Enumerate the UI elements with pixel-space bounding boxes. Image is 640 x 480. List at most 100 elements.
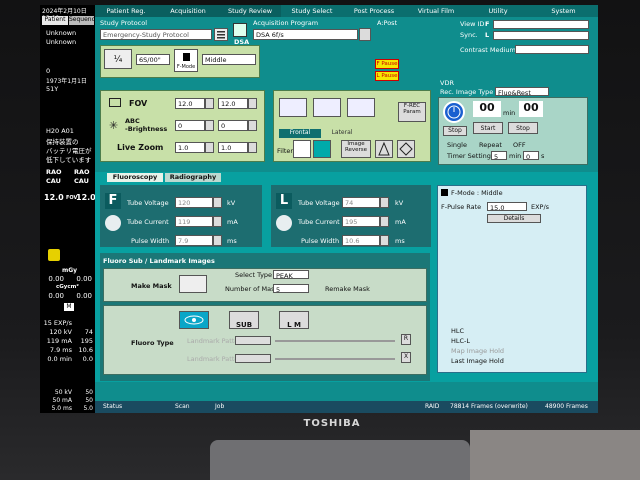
collimator-button-1[interactable] [279,98,307,117]
zoom-spin-1[interactable] [205,142,214,153]
lm-button[interactable]: L M [279,311,309,329]
abc-field-2[interactable]: 0 [218,120,248,131]
f-tube-voltage-spin[interactable] [213,197,222,208]
flip-button[interactable] [375,140,393,158]
tab-study-select[interactable]: Study Select [281,5,344,17]
timer-stop-label[interactable]: Stop [443,126,467,136]
zoom-spin-2[interactable] [248,142,257,153]
view-id-label: View ID [460,20,485,28]
tab-utility[interactable]: Utility [467,5,530,17]
tab-patient-reg[interactable]: Patient Reg. [95,5,158,17]
hlc-l-option[interactable]: HLC-L [451,337,470,345]
make-mask-label: Make Mask [131,282,172,290]
tab-system[interactable]: System [529,5,598,17]
rate-field[interactable]: 6S/00" [136,54,170,65]
fmode-button[interactable]: F-Mode [174,49,198,72]
rotate-button[interactable] [397,140,415,158]
lpause-button[interactable]: L Pause [375,71,399,81]
timer-repeat[interactable]: Repeat [479,141,502,149]
l-tube-voltage-field[interactable]: 74 [342,197,380,208]
filter-button-2[interactable] [313,140,331,158]
acq-program-field[interactable]: DSA 6f/s [253,29,358,40]
tab-sequence[interactable]: Sequence [69,16,99,25]
study-protocol-field[interactable]: Emergency-Study Protocol [100,29,212,40]
view-id-f-field[interactable] [493,20,589,29]
select-type-field[interactable]: PEAK [273,270,309,280]
fpulse-rate-field[interactable]: 15.0 [487,202,527,212]
fov-field-2[interactable]: 12.0 [218,98,248,109]
l-tube-current-spin[interactable] [380,216,389,227]
zoom-field-1[interactable]: 1.0 [175,142,205,153]
timer-setting-min-unit: min [509,152,522,160]
protocol-list-button[interactable] [214,28,228,41]
landmark-slider-2[interactable] [275,358,395,360]
tab-fluoroscopy[interactable]: Fluoroscopy [107,173,163,182]
fmode-select[interactable]: Middle [202,54,256,65]
last-image-hold-option[interactable]: Last Image Hold [451,357,504,365]
landmark-select-2[interactable] [235,354,271,363]
filter-button-1[interactable] [293,140,311,158]
lateral-tab[interactable]: Lateral [321,129,363,138]
timer-single[interactable]: Single [447,141,467,149]
abc-field-1[interactable]: 0 [175,120,205,131]
tab-study-review[interactable]: Study Review [219,5,282,17]
image-reverse-button[interactable]: Image Reverse [341,140,371,158]
sync-label[interactable]: Sync. [460,31,478,39]
map-image-hold-option[interactable]: Map Image Hold [451,347,504,355]
frontal-tab[interactable]: Frontal [279,129,321,138]
fraction-button[interactable]: ¼ [104,49,132,69]
acq-list-button[interactable] [359,28,371,41]
sub-button[interactable]: SUB [229,311,259,329]
timer-setting-sec[interactable]: 0 [523,151,539,161]
abc-spin-1[interactable] [205,120,214,131]
landmark-select-1[interactable] [235,336,271,345]
timer-start-button[interactable]: Start [473,122,503,134]
landmark-slider-1[interactable] [275,340,395,342]
tab-virtual-film[interactable]: Virtual Film [405,5,468,17]
timer-setting-min[interactable]: 5 [491,151,507,161]
remake-mask-label[interactable]: Remake Mask [325,285,370,293]
timer-stop-button-2[interactable]: Stop [508,122,538,134]
rec-image-type-field[interactable]: Fluo&Rest [495,87,549,97]
live-zoom-label: Live Zoom [117,143,164,152]
fpause-button[interactable]: F Pause [375,59,399,69]
hlc-option[interactable]: HLC [451,327,464,335]
collimator-button-3[interactable] [347,98,375,117]
patient-name-1: Unknown [46,29,77,37]
make-mask-button[interactable] [179,275,207,293]
timer-off[interactable]: OFF [513,141,526,149]
apost-label[interactable]: A:Post [377,19,397,27]
abc-spin-2[interactable] [248,120,257,131]
details-button[interactable]: Details [487,214,541,223]
l-tube-current-field[interactable]: 195 [342,216,380,227]
dose-value-4: 0.00 [76,292,92,300]
tab-patient[interactable]: Patient [42,16,68,25]
l-tube-voltage-spin[interactable] [380,197,389,208]
fluoro-eye-button[interactable] [179,311,209,329]
l-pulse-width-spin[interactable] [380,235,389,246]
f-tube-current-field[interactable]: 119 [175,216,213,227]
tab-radiography[interactable]: Radiography [165,173,221,182]
landmark-x-button[interactable]: X [401,352,411,363]
l-pulse-width-field[interactable]: 10.6 [342,235,380,246]
fov-spin-2[interactable] [248,98,257,109]
view-id-l-field[interactable] [493,31,589,40]
frec-param-button[interactable]: F-REC Param [398,102,426,122]
tab-acquisition[interactable]: Acquisition [157,5,220,17]
collimator-button-2[interactable] [313,98,341,117]
f-pulse-width-spin[interactable] [213,235,222,246]
contrast-field[interactable] [515,45,589,54]
number-of-mask-field[interactable]: 5 [273,284,309,294]
fov-field-1[interactable]: 12.0 [175,98,205,109]
vdr-label[interactable]: VDR [440,79,454,87]
zoom-field-2[interactable]: 1.0 [218,142,248,153]
landmark-r-button[interactable]: R [401,334,411,345]
fov-spin-1[interactable] [205,98,214,109]
tab-post-process[interactable]: Post Process [343,5,406,17]
f-tube-voltage-field[interactable]: 120 [175,197,213,208]
f-pulse-width-field[interactable]: 7.9 [175,235,213,246]
f-tube-current-spin[interactable] [213,216,222,227]
timer-stop-button[interactable] [443,101,465,123]
timer-sec-display: 00 [519,101,543,117]
patient-id: 0 [46,67,51,75]
